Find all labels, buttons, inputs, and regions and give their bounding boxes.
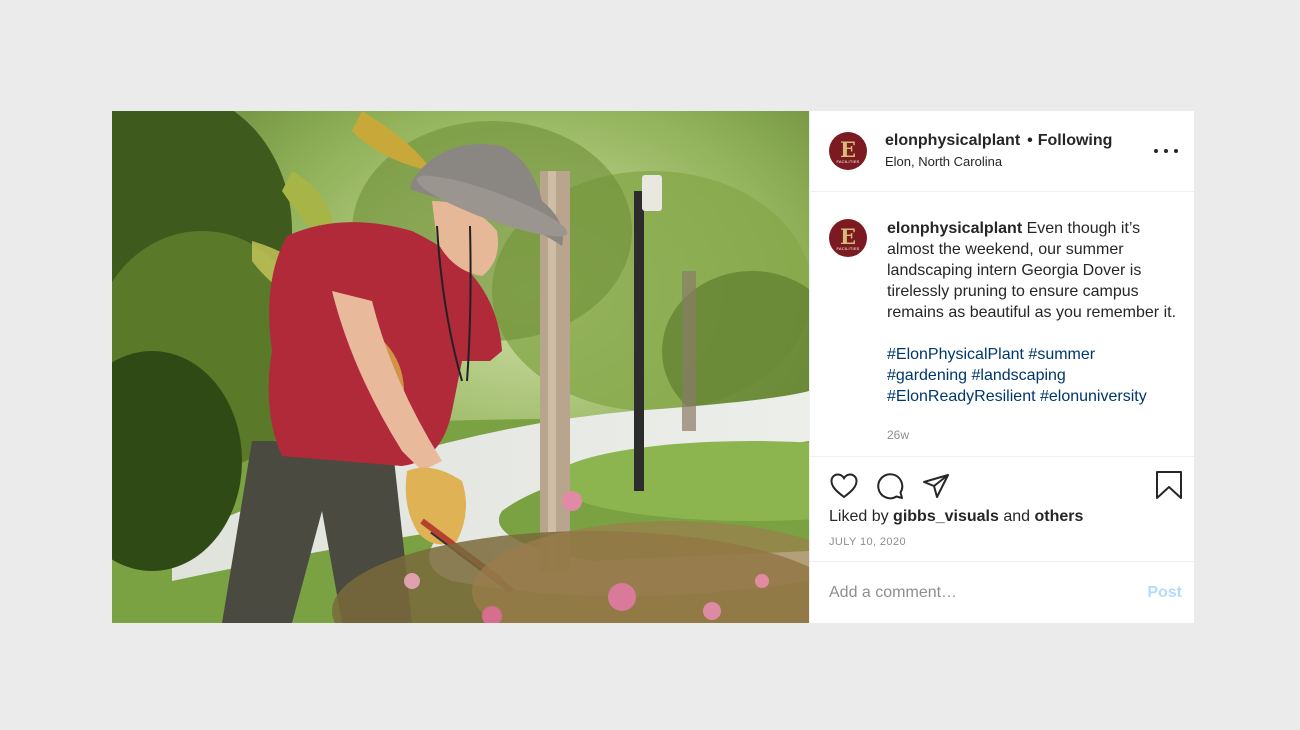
caption-username[interactable]: elonphysicalplant xyxy=(887,220,1022,237)
caption-avatar[interactable]: E FACILITIES xyxy=(829,219,867,257)
heart-icon[interactable] xyxy=(829,471,859,501)
avatar-letter: E xyxy=(839,223,856,249)
hashtag-link[interactable]: #ElonReadyResilient xyxy=(887,388,1036,405)
more-options-icon[interactable] xyxy=(1154,141,1178,161)
action-bar xyxy=(810,457,1194,515)
comment-input[interactable] xyxy=(829,583,1148,602)
avatar-subtext: FACILITIES xyxy=(836,246,860,251)
hashtag-link[interactable]: #elonuniversity xyxy=(1040,388,1147,405)
caption-body: elonphysicalplant Even though it’s almos… xyxy=(887,218,1178,323)
post-caption: elonphysicalplant Even though it’s almos… xyxy=(887,218,1178,456)
post-location[interactable]: Elon, North Carolina xyxy=(885,154,1112,169)
photo-illustration xyxy=(112,111,809,623)
hashtag-list: #ElonPhysicalPlant #summer #gardening #l… xyxy=(887,344,1178,407)
hashtag-link[interactable]: #landscaping xyxy=(972,367,1066,384)
share-icon[interactable] xyxy=(921,471,951,501)
header-text: elonphysicalplant • Following Elon, Nort… xyxy=(885,132,1112,169)
hashtag-link[interactable]: #ElonPhysicalPlant xyxy=(887,346,1024,363)
author-username[interactable]: elonphysicalplant xyxy=(885,132,1020,150)
separator-dot: • xyxy=(1027,131,1033,149)
avatar-subtext: FACILITIES xyxy=(836,159,860,164)
hashtag-link[interactable]: #summer xyxy=(1028,346,1095,363)
hashtag-link[interactable]: #gardening xyxy=(887,367,967,384)
comment-composer: Post xyxy=(810,561,1194,623)
post-date[interactable]: JULY 10, 2020 xyxy=(810,536,1194,548)
header-line: elonphysicalplant • Following xyxy=(885,132,1112,150)
bookmark-icon[interactable] xyxy=(1154,470,1184,500)
post-photo[interactable] xyxy=(112,111,809,623)
instagram-post: E FACILITIES elonphysicalplant • Followi… xyxy=(112,111,1194,623)
avatar-letter: E xyxy=(839,136,856,162)
post-comment-button[interactable]: Post xyxy=(1147,584,1182,602)
comment-icon[interactable] xyxy=(875,471,905,501)
caption-age: 26w xyxy=(887,428,910,442)
comments-section: E FACILITIES elonphysicalplant Even thou… xyxy=(810,192,1194,457)
post-header: E FACILITIES elonphysicalplant • Followi… xyxy=(810,111,1194,192)
following-button[interactable]: Following xyxy=(1038,132,1113,150)
post-side-panel: E FACILITIES elonphysicalplant • Followi… xyxy=(809,111,1194,623)
author-avatar[interactable]: E FACILITIES xyxy=(829,132,867,170)
